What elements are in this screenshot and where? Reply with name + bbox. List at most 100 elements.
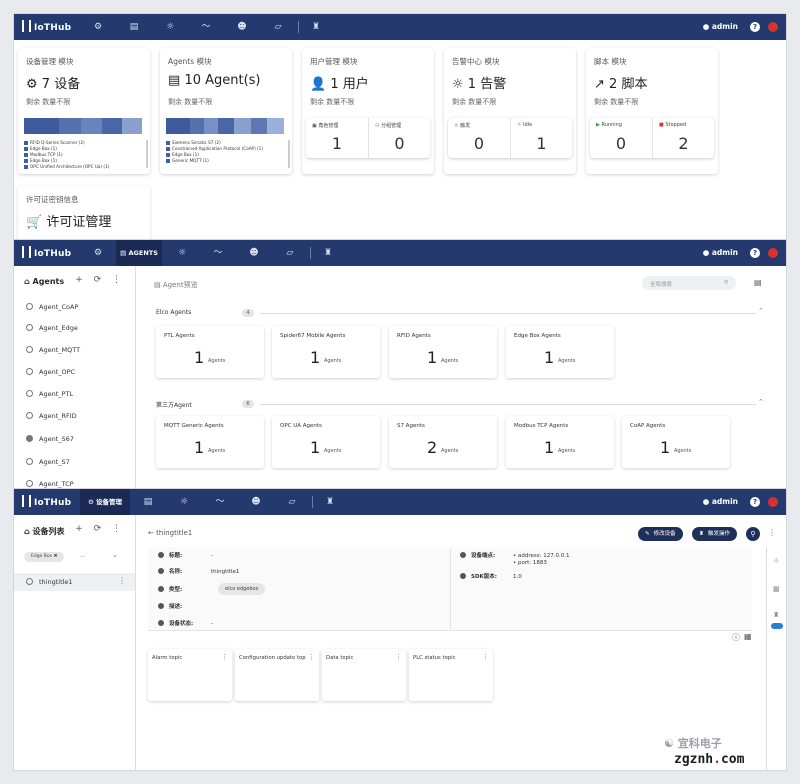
info-icon — [158, 603, 164, 609]
collapse-icon[interactable]: ⌃ — [758, 398, 764, 406]
more-icon[interactable]: ⋮ — [118, 576, 126, 585]
sidebar-item-device[interactable]: thingtitle1 — [26, 578, 73, 586]
nav-bulb-icon[interactable]: ☼ — [158, 14, 182, 40]
license-card[interactable]: 许可证密钥信息 🛒 许可证管理 — [18, 186, 150, 240]
app-logo[interactable]: IoTHub — [22, 495, 71, 508]
sidebar-item-agent[interactable]: Agent_OPC — [26, 368, 75, 376]
alarm-module-card[interactable]: 告警中心 模块 ☼ 1 告警 剩余 数量不限 ☼ 触发 0 ☼ Idle 1 — [444, 48, 576, 174]
agent-card[interactable]: Spider67 Mobile Agents 1 Agents — [272, 326, 380, 378]
agent-card[interactable]: S7 Agents 2 Agents — [389, 416, 497, 468]
nav-device-management-tab[interactable]: ⚙ 设备管理 — [80, 489, 130, 515]
module-count: ▤ 10 Agent(s) — [168, 73, 261, 88]
sidebar-item-agent[interactable]: Agent_TCP — [26, 480, 74, 488]
info-toggle-icon[interactable]: ⓘ — [732, 632, 740, 643]
nav-chart-icon[interactable]: 〜 — [206, 240, 230, 266]
nav-face-icon[interactable]: ☻ — [230, 14, 254, 40]
nav-script-icon[interactable]: ▱ — [266, 14, 290, 40]
triggered-cell[interactable]: ☼ 触发 0 — [448, 118, 510, 158]
more-icon[interactable]: ⋮ — [308, 653, 315, 661]
nav-agents-tab[interactable]: ▤ AGENTS — [116, 240, 162, 266]
group-management-cell[interactable]: ⚇ 分组管理 0 — [368, 118, 430, 158]
nav-face-icon[interactable]: ☻ — [244, 489, 268, 515]
agent-card[interactable]: Modbus TCP Agents 1 Agents — [506, 416, 614, 468]
agent-card[interactable]: OPC UA Agents 1 Agents — [272, 416, 380, 468]
help-icon[interactable]: ? — [750, 248, 760, 258]
search-icon[interactable]: ⚲ — [746, 527, 760, 541]
nav-agent-icon[interactable]: ♜ — [304, 14, 328, 40]
sidebar-tools[interactable]: + ⟳ ⋮ — [75, 275, 125, 285]
power-icon[interactable] — [768, 22, 778, 32]
idle-cell[interactable]: ☼ Idle 1 — [510, 118, 572, 158]
legend-scrollbar[interactable] — [146, 140, 148, 168]
nav-gear-icon[interactable]: ⚙ — [86, 14, 110, 40]
trigger-action-button[interactable]: ♜ 触发操作 — [692, 527, 737, 541]
user-module-card[interactable]: 用户管理 模块 👤 1 用户 剩余 数量不限 ▣ 角色管理 1 ⚇ 分组管理 0 — [302, 48, 434, 174]
help-icon[interactable]: ? — [750, 497, 760, 507]
user-menu[interactable]: ● admin — [703, 240, 738, 266]
chevron-down-icon[interactable]: ⌄ — [112, 551, 118, 559]
more-icon[interactable]: ⋮ — [482, 653, 489, 661]
sidebar-item-agent[interactable]: Agent_PTL — [26, 390, 73, 398]
nav-face-icon[interactable]: ☻ — [242, 240, 266, 266]
help-icon[interactable]: ? — [750, 22, 760, 32]
sidebar-item-agent[interactable]: Agent_S7 — [26, 458, 70, 466]
more-icon[interactable]: ⋮ — [221, 653, 228, 661]
user-menu[interactable]: ● admin — [703, 14, 738, 40]
role-management-cell[interactable]: ▣ 角色管理 1 — [306, 118, 368, 158]
agent-card[interactable]: MQTT Generic Agents 1 Agents — [156, 416, 264, 468]
nav-bulb-icon[interactable]: ☼ — [172, 489, 196, 515]
nav-chart-icon[interactable]: 〜 — [208, 489, 232, 515]
device-module-card[interactable]: 设备管理 模块 ⚙ 7 设备 剩余 数量不限 RFID Q-Series Sca… — [18, 48, 150, 174]
power-icon[interactable] — [768, 248, 778, 258]
more-icon[interactable]: ⋮ — [395, 653, 402, 661]
global-search-input[interactable]: 全局搜索 ⚲ — [642, 276, 736, 290]
calendar-icon[interactable]: ▦ — [773, 585, 780, 593]
filter-chip[interactable]: Edge Box ✖ — [24, 552, 65, 562]
app-logo[interactable]: IoTHub — [22, 246, 71, 259]
nav-script-icon[interactable]: ▱ — [278, 240, 302, 266]
chip-close-icon[interactable]: ✖ — [54, 554, 58, 559]
topic-card[interactable]: Data topic ⋮ — [322, 649, 406, 701]
sidebar-tools[interactable]: + ⟳ ⋮ — [75, 524, 125, 534]
nav-gear-icon[interactable]: ⚙ — [86, 240, 110, 266]
collapse-icon[interactable]: ⌃ — [758, 307, 764, 315]
more-icon[interactable]: ⋮ — [768, 528, 776, 537]
back-link[interactable]: ← thingtitle1 — [148, 529, 192, 537]
agent-card[interactable]: RFID Agents 1 Agents — [389, 326, 497, 378]
topic-card[interactable]: PLC status topic ⋮ — [409, 649, 493, 701]
nav-bulb-icon[interactable]: ☼ — [170, 240, 194, 266]
agent-icon[interactable]: ♜ — [773, 611, 779, 619]
sidebar-item-agent[interactable]: Agent_CoAP — [26, 303, 78, 311]
stopped-cell[interactable]: ■ Stopped 2 — [652, 118, 714, 158]
app-logo[interactable]: IoTHub — [22, 20, 71, 33]
user-menu[interactable]: ● admin — [703, 489, 738, 515]
nav-agent-icon[interactable]: ♜ — [316, 240, 340, 266]
agent-card[interactable]: CoAP Agents 1 Agents — [622, 416, 730, 468]
table-view-icon[interactable]: ▦ — [744, 632, 752, 641]
script-module-card[interactable]: 脚本 模块 ↗ 2 脚本 剩余 数量不限 ▶ Running 0 ■ Stoppe… — [586, 48, 718, 174]
edit-device-button[interactable]: ✎ 修改设备 — [638, 527, 683, 541]
agent-card[interactable]: Edge Box Agents 1 Agents — [506, 326, 614, 378]
sidebar-item-agent[interactable]: Agent_Edge — [26, 324, 78, 332]
agent-card[interactable]: PTL Agents 1 Agents — [156, 326, 264, 378]
topic-card[interactable]: Alarm topic ⋮ — [148, 649, 232, 701]
device-detail-screenshot: IoTHub ⚙ 设备管理 ▤ ☼ 〜 ☻ ▱ ♜ ● admin ? ⌂ 设备… — [14, 489, 786, 770]
sidebar-item-agent[interactable]: Agent_MQTT — [26, 346, 80, 354]
topic-card[interactable]: Configuration update top ⋮ — [235, 649, 319, 701]
agents-module-card[interactable]: Agents 模块 ▤ 10 Agent(s) 剩余 数量不限 Siemens … — [160, 48, 292, 174]
alarm-red-icon: ☼ — [454, 123, 459, 129]
idle-count: 1 — [536, 134, 547, 153]
sidebar-item-agent[interactable]: Agent_RFID — [26, 412, 77, 420]
top-nav-bar: IoTHub ⚙ ▤ AGENTS ☼ 〜 ☻ ▱ ♜ ● admin ? — [14, 240, 786, 266]
power-icon[interactable] — [768, 497, 778, 507]
legend-scrollbar[interactable] — [288, 140, 290, 168]
nav-chart-icon[interactable]: 〜 — [194, 14, 218, 40]
nav-list-icon[interactable]: ▤ — [136, 489, 160, 515]
nav-list-icon[interactable]: ▤ — [122, 14, 146, 40]
list-view-icon[interactable]: ▤ — [754, 278, 762, 287]
sidebar-item-agent[interactable]: Agent_S67 — [26, 435, 74, 443]
running-cell[interactable]: ▶ Running 0 — [590, 118, 652, 158]
nav-agent-icon[interactable]: ♜ — [318, 489, 342, 515]
bulb-icon[interactable]: ☼ — [773, 557, 779, 565]
nav-script-icon[interactable]: ▱ — [280, 489, 304, 515]
